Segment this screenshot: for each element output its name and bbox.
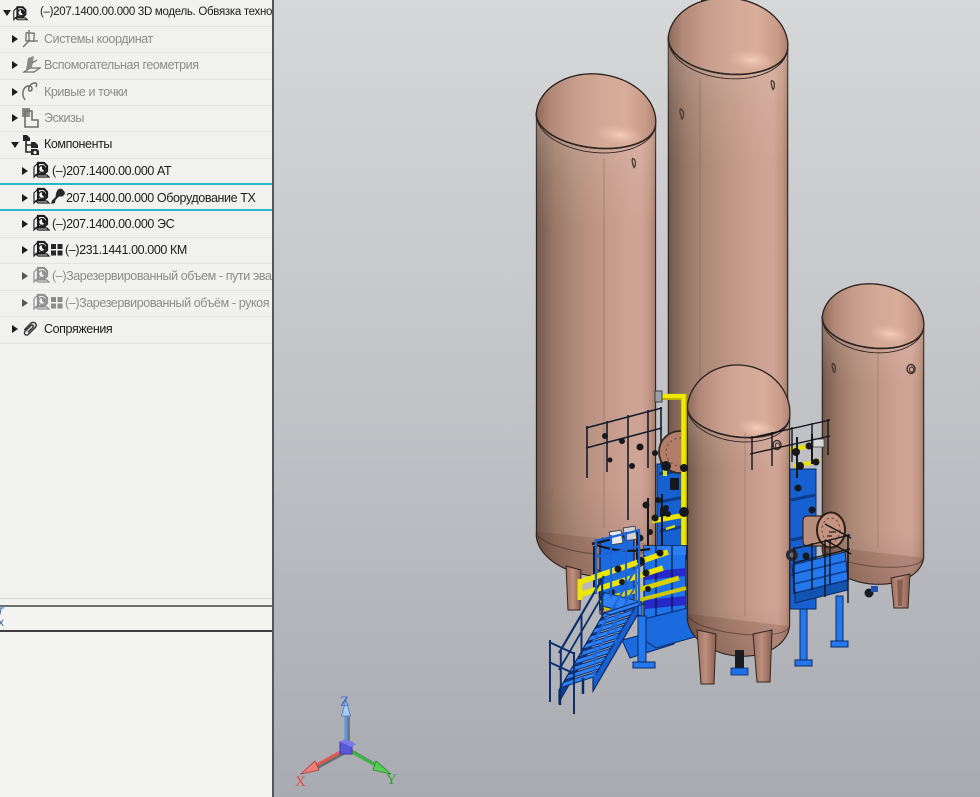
svg-text:Z: Z (340, 694, 349, 710)
svg-text:X: X (295, 774, 306, 790)
svg-text:Y: Y (386, 772, 397, 788)
